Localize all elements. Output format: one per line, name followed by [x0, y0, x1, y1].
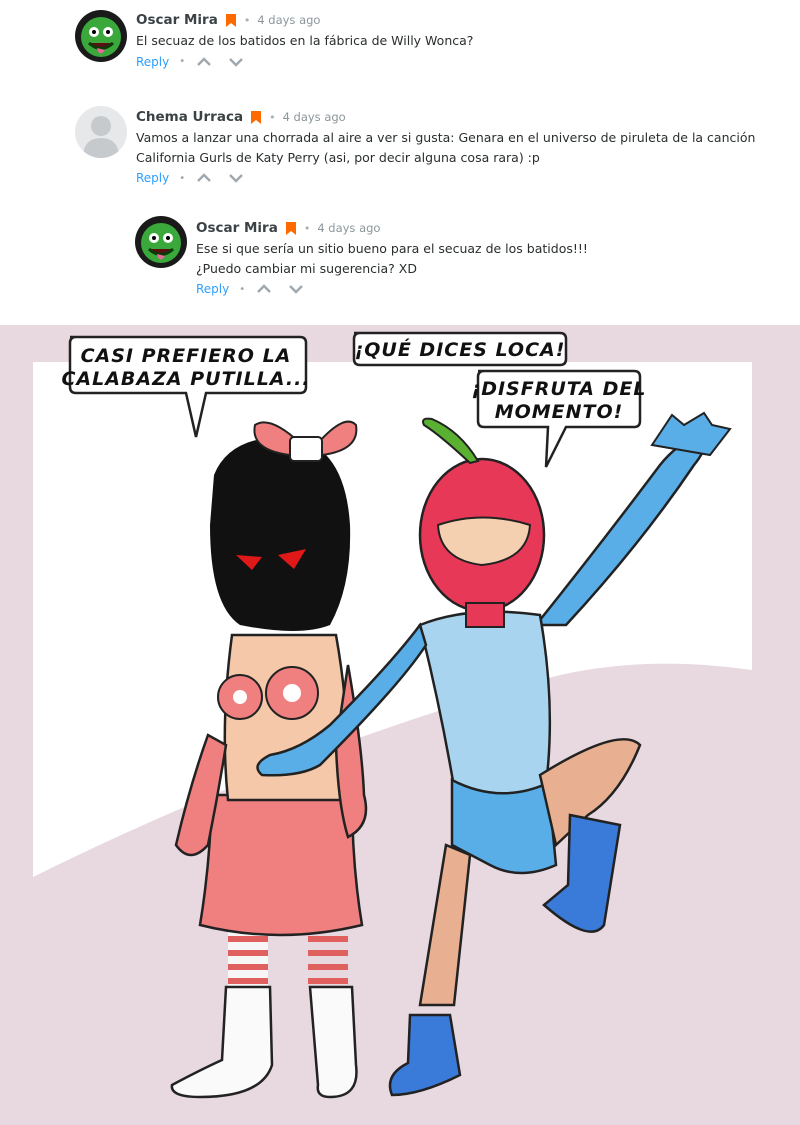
comment-thread: Oscar Mira • 4 days ago El secuaz de los… [0, 0, 800, 325]
separator-dot: • [269, 110, 276, 124]
avatar[interactable] [75, 106, 127, 158]
comment-text: Ese si que sería un sitio bueno para el … [196, 239, 776, 278]
avatar[interactable] [75, 10, 127, 62]
avatar[interactable] [135, 216, 187, 268]
separator-dot: • [179, 56, 186, 67]
comment-time[interactable]: 4 days ago [283, 110, 346, 124]
bubble-text: ¡QUÉ DICES LOCA! [355, 338, 566, 361]
separator-dot: • [303, 221, 311, 235]
comment-line: Ese si que sería un sitio bueno para el … [196, 241, 588, 256]
reply-button[interactable]: Reply [136, 171, 169, 185]
upvote-icon[interactable] [195, 56, 213, 68]
comic-illustration: CASI PREFIERO LA CALABAZA PUTILLA... ¡QU… [33, 331, 752, 1099]
comic-image: CASI PREFIERO LA CALABAZA PUTILLA... ¡QU… [0, 325, 800, 1125]
bubble-text: CASI PREFIERO LA [81, 345, 292, 367]
downvote-icon[interactable] [227, 172, 245, 184]
comment-text: El secuaz de los batidos en la fábrica d… [136, 31, 776, 51]
bookmark-badge-icon [285, 221, 296, 235]
upvote-icon[interactable] [195, 172, 213, 184]
separator-dot: • [239, 283, 246, 295]
comment-time[interactable]: 4 days ago [257, 13, 320, 27]
bubble-text: CALABAZA PUTILLA... [61, 368, 310, 390]
comment-line: El secuaz de los batidos en la fábrica d… [136, 33, 474, 48]
comment-line: ¿Puedo cambiar mi sugerencia? XD [196, 260, 417, 276]
comment-time[interactable]: 4 days ago [317, 221, 380, 235]
upvote-icon[interactable] [255, 283, 273, 295]
comment-author[interactable]: Oscar Mira [136, 12, 218, 28]
comment-text: Vamos a lanzar una chorrada al aire a ve… [136, 128, 776, 167]
downvote-icon[interactable] [287, 283, 305, 295]
bubble-text: MOMENTO! [495, 401, 624, 423]
reply-button[interactable]: Reply [196, 282, 229, 296]
comment-line: Vamos a lanzar una chorrada al aire a ve… [136, 130, 756, 145]
separator-dot: • [179, 172, 186, 184]
comment-line: California Gurls de Katy Perry (asi, por… [136, 149, 540, 165]
comment-author[interactable]: Oscar Mira [196, 220, 278, 236]
bookmark-badge-icon [225, 13, 236, 27]
bubble-text: ¡DISFRUTA DEL [472, 378, 647, 400]
separator-dot: • [243, 13, 251, 27]
speech-bubble: ¡QUÉ DICES LOCA! [352, 331, 568, 367]
downvote-icon[interactable] [227, 56, 245, 68]
reply-button[interactable]: Reply [136, 55, 169, 69]
comment-author[interactable]: Chema Urraca [136, 109, 243, 125]
bookmark-badge-icon [251, 110, 262, 124]
